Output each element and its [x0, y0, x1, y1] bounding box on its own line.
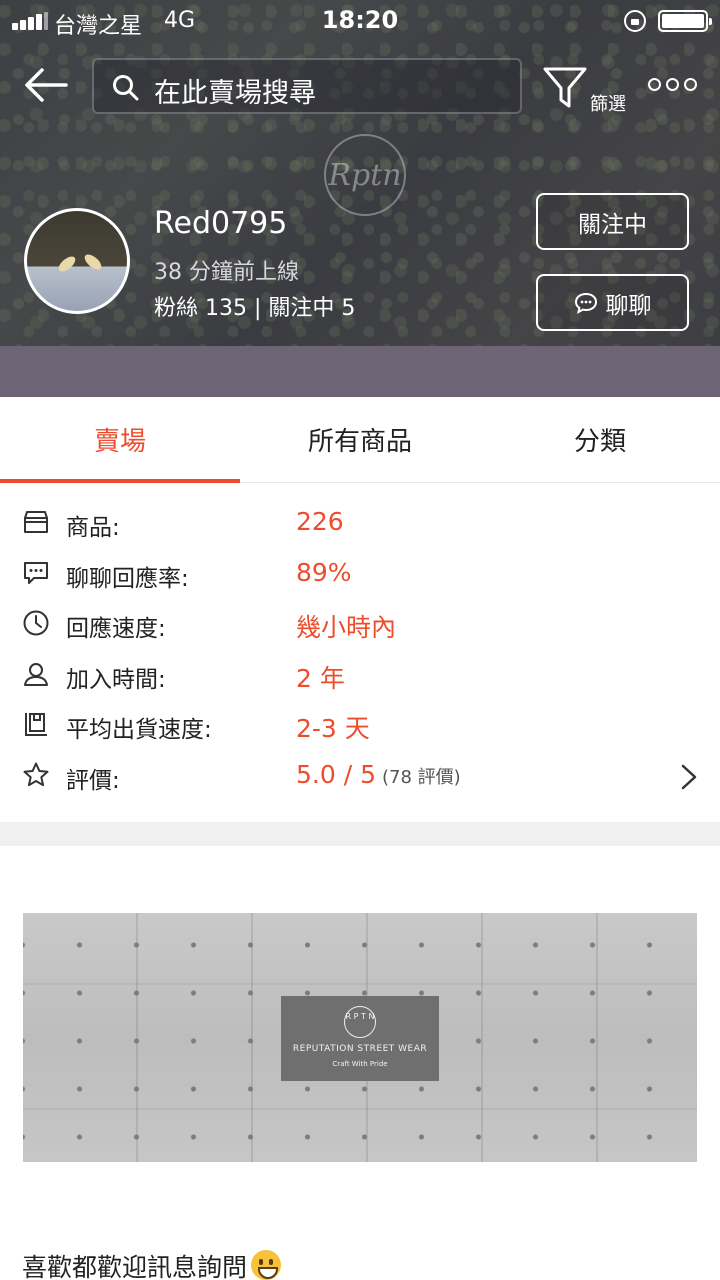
back-arrow-icon	[25, 68, 68, 102]
tab-shop-home[interactable]: 賣場	[0, 397, 240, 483]
info-row-response-speed: 回應速度: 幾小時內	[0, 601, 720, 652]
rating-value: 5.0 / 5 (78 評價)	[296, 759, 461, 789]
star-icon	[23, 762, 49, 786]
search-placeholder: 在此賣場搜尋	[154, 78, 316, 109]
joined-duration: 2 年	[296, 663, 345, 693]
brand-logo-watermark: Rptn	[324, 134, 406, 216]
filter-button[interactable]: 篩選	[538, 64, 632, 115]
clock-icon	[23, 610, 49, 636]
box-icon	[25, 713, 47, 736]
shop-name: Red0795	[154, 206, 288, 241]
svg-text:Rptn: Rptn	[327, 158, 401, 193]
chat-icon	[574, 292, 597, 314]
battery-icon	[658, 10, 712, 32]
info-row-products: 商品: 226	[0, 500, 720, 551]
products-count: 226	[296, 507, 344, 536]
store-icon	[24, 511, 48, 533]
info-row-chat-rate: 聊聊回應率: 89%	[0, 551, 720, 602]
info-row-rating[interactable]: 評價: 5.0 / 5 (78 評價)	[0, 753, 720, 804]
last-online-status: 38 分鐘前上線	[154, 260, 299, 285]
rotation-lock-icon	[624, 10, 646, 32]
more-options-button[interactable]	[648, 72, 702, 98]
chat-bubble-icon	[24, 561, 48, 584]
shop-avatar[interactable]	[24, 208, 130, 314]
back-button[interactable]	[22, 64, 70, 106]
ship-speed-value: 2-3 天	[296, 714, 370, 743]
shop-header-banner: Rptn 台灣之星 4G 18:20 在此賣場搜尋 篩選 Red0795 38 …	[0, 0, 720, 397]
following-button[interactable]: 關注中	[536, 193, 689, 250]
response-speed-value: 幾小時內	[296, 613, 397, 642]
status-time: 18:20	[321, 6, 399, 34]
chevron-right-icon[interactable]	[680, 763, 698, 791]
chat-button[interactable]: 聊聊	[536, 274, 689, 331]
filter-icon	[543, 67, 587, 108]
shop-description: 喜歡都歡迎訊息詢問	[22, 1248, 282, 1280]
section-divider	[0, 822, 720, 846]
follower-stats: 粉絲 135 | 關注中 5	[154, 296, 356, 321]
sign-title: REPUTATION STREET WEAR	[292, 1044, 428, 1054]
person-icon	[24, 662, 48, 686]
following-button-label: 關注中	[578, 211, 647, 238]
filter-label: 篩選	[590, 94, 626, 115]
chat-button-label: 聊聊	[605, 292, 652, 319]
shop-info-list: 商品: 226 聊聊回應率: 89% 回應速度: 幾小時內 加入時間: 2 年 …	[0, 500, 720, 803]
status-bar: 台灣之星 4G 18:20	[0, 0, 720, 42]
sign-subtitle: Craft With Pride	[332, 1060, 388, 1068]
rating-count: (78 評價)	[381, 766, 461, 788]
grinning-emoji-icon	[251, 1250, 282, 1280]
info-row-joined: 加入時間: 2 年	[0, 652, 720, 703]
tab-all-products[interactable]: 所有商品	[240, 397, 480, 482]
shop-tabs: 賣場 所有商品 分類	[0, 397, 720, 483]
info-row-ship-speed: 平均出貨速度: 2-3 天	[0, 702, 720, 753]
brand-signboard: R P T N REPUTATION STREET WEAR Craft Wit…	[281, 996, 439, 1081]
tab-categories[interactable]: 分類	[480, 397, 720, 482]
shop-search-input[interactable]: 在此賣場搜尋	[92, 58, 522, 114]
sign-logo: R P T N	[344, 1006, 376, 1038]
chat-response-rate: 89%	[296, 557, 352, 587]
search-icon	[113, 75, 139, 101]
